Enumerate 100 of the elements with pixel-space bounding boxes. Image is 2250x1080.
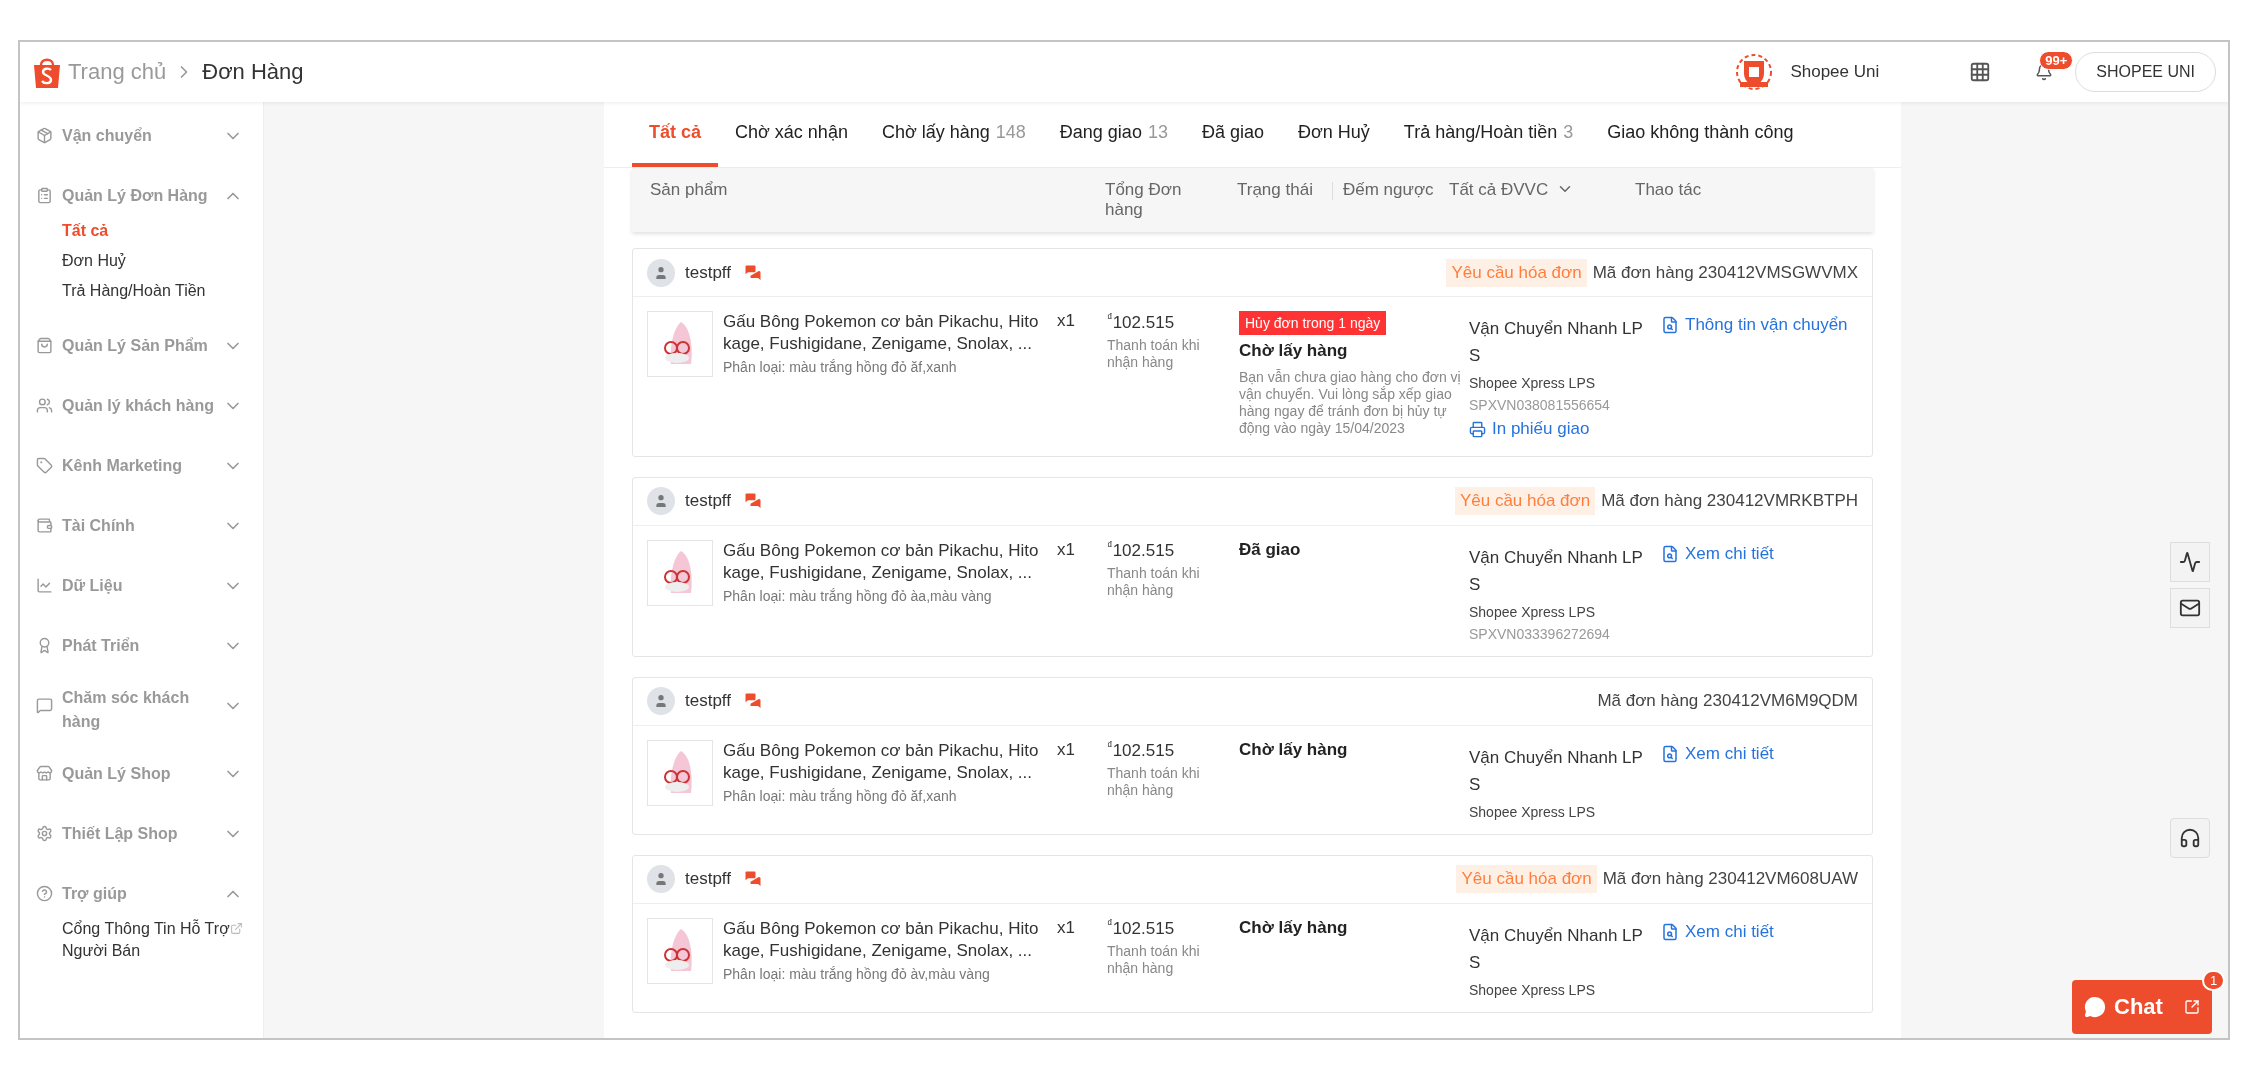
status-tab[interactable]: Giao không thành công — [1590, 102, 1811, 167]
product-name: Gấu Bông Pokemon cơ bản Pikachu, Hitokage, Fushigidane, Zenigame, Snolax, ... — [723, 311, 1040, 355]
avatar-icon — [647, 258, 675, 287]
product-variation: Phân loại: màu trắng hồng đỏ ăf,xanh — [723, 787, 958, 804]
product-variation: Phân loại: màu trắng hồng đỏ àv,màu vàng — [723, 965, 991, 982]
chat-icon[interactable] — [743, 491, 763, 511]
print-waybill-link[interactable]: In phiếu giao — [1469, 419, 1590, 439]
product-variation: Phân loại: màu trắng hồng đỏ ăf,xanh — [723, 359, 958, 375]
order-total: $^{₫}$102.515 — [1107, 539, 1176, 562]
chat-icon[interactable] — [743, 691, 763, 711]
menu-section-title[interactable]: Vận chuyển — [62, 124, 223, 148]
headset-icon[interactable] — [2170, 818, 2210, 858]
document-search-icon — [1661, 316, 1679, 334]
status-tab[interactable]: Đơn Huỷ — [1281, 102, 1387, 167]
carrier-name: Vận Chuyển Nhanh LPS — [1469, 746, 1644, 796]
menu-section-icon — [36, 337, 53, 354]
menu-item[interactable]: Cổng Thông Tin Hỗ Trợ Người Bán — [20, 914, 263, 966]
status-tab[interactable]: Đã giao — [1184, 102, 1281, 167]
document-search-icon — [1661, 744, 1679, 763]
chat-icon[interactable] — [743, 869, 763, 889]
shipping-service: Shopee Xpress LPS — [1469, 603, 1597, 620]
menu-section-title[interactable]: Quản Lý Shop — [62, 762, 223, 786]
menu-section-title[interactable]: Quản Lý Đơn Hàng — [62, 184, 223, 208]
menu-section-title[interactable]: Quản lý khách hàng — [62, 394, 223, 418]
buyer-name[interactable]: testpff — [685, 262, 731, 283]
popout-icon[interactable] — [2184, 999, 2200, 1015]
tracking-number: SPXVN038081556654 — [1469, 397, 1611, 413]
product-name: Gấu Bông Pokemon cơ bản Pikachu, Hitokage, Fushigidane, Zenigame, Snolax, ... — [723, 539, 1040, 584]
menu-section-title[interactable]: Dữ Liệu — [62, 574, 223, 598]
menu-section-title[interactable]: Trợ giúp — [62, 882, 223, 906]
quantity: x1 — [1057, 539, 1076, 560]
product-variation: Phân loại: màu trắng hồng đỏ àa,màu vàng — [723, 587, 993, 604]
order-id: Mã đơn hàng 230412VM6M9QDM — [1597, 691, 1858, 711]
payment-method: Thanh toán khi nhận hàng — [1107, 943, 1201, 978]
order-status: Đã giao — [1239, 539, 1302, 560]
carrier-name: Vận Chuyển Nhanh LPS — [1469, 318, 1644, 367]
status-tab[interactable]: Chờ lấy hàng 148 — [864, 102, 1043, 167]
quantity: x1 — [1057, 739, 1076, 760]
quantity: x1 — [1057, 311, 1076, 331]
menu-section-title[interactable]: Quản Lý Sản Phẩm — [62, 334, 223, 358]
order-status: Chờ lấy hàng — [1239, 341, 1349, 361]
column-header: Trạng thái — [1237, 180, 1314, 201]
order-action-link[interactable]: Xem chi tiết — [1661, 543, 1774, 564]
buyer-name[interactable]: testpff — [685, 869, 731, 889]
status-tab[interactable]: Đang giao 13 — [1042, 102, 1185, 167]
order-action-link[interactable]: Xem chi tiết — [1661, 743, 1774, 764]
menu-section-title[interactable]: Kênh Marketing — [62, 454, 223, 478]
order-total: $^{₫}$102.515 — [1107, 311, 1176, 333]
product-name: Gấu Bông Pokemon cơ bản Pikachu, Hitokage, Fushigidane, Zenigame, Snolax, ... — [723, 739, 1040, 784]
mail-icon[interactable] — [2170, 588, 2210, 628]
carrier-filter-dropdown[interactable]: Tất cả ĐVVC — [1449, 180, 1575, 200]
menu-section-title[interactable]: Phát Triển — [62, 634, 223, 658]
breadcrumb-item[interactable]: Trang chủ — [68, 59, 167, 85]
account-button[interactable]: SHOPEE UNI — [2075, 52, 2216, 92]
payment-method: Thanh toán khi nhận hàng — [1107, 765, 1201, 800]
chat-button[interactable]: Chat — [2072, 980, 2212, 1034]
order-id: Mã đơn hàng 230412VM608UAW — [1602, 869, 1858, 889]
order-action-link[interactable]: Xem chi tiết — [1661, 921, 1774, 942]
shipping-service: Shopee Xpress LPS — [1469, 375, 1597, 391]
breadcrumb-item: Đơn Hàng — [202, 59, 304, 85]
activity-icon[interactable] — [2170, 542, 2210, 582]
avatar-icon — [647, 687, 675, 715]
menu-section-icon — [36, 765, 53, 782]
order-id: Mã đơn hàng 230412VMRKBTPH — [1601, 491, 1858, 511]
status-tab[interactable]: Trả hàng/Hoàn tiền 3 — [1386, 102, 1591, 167]
order-total: $^{₫}$102.515 — [1107, 739, 1176, 762]
menu-section-icon — [36, 825, 53, 842]
chat-unread-badge: 1 — [2202, 970, 2226, 991]
status-tab[interactable]: Chờ xác nhận — [718, 102, 865, 167]
invoice-request-tag: Yêu cầu hóa đơn — [1446, 258, 1587, 287]
menu-section-icon — [36, 885, 53, 902]
carrier-name: Vận Chuyển Nhanh LPS — [1469, 924, 1644, 974]
order-action-link[interactable]: Thông tin vận chuyển — [1661, 315, 1848, 335]
menu-section-icon — [36, 577, 53, 594]
column-header: Đếm ngược — [1343, 180, 1435, 201]
chat-icon[interactable] — [743, 262, 763, 283]
avatar-icon — [647, 487, 675, 515]
shop-name[interactable]: Shopee Uni — [1790, 62, 1880, 82]
menu-section-icon — [36, 517, 53, 534]
shipping-service: Shopee Xpress LPS — [1469, 803, 1597, 820]
buyer-name[interactable]: testpff — [685, 691, 731, 711]
carrier-name: Vận Chuyển Nhanh LPS — [1469, 546, 1644, 596]
document-search-icon — [1661, 922, 1679, 941]
menu-item[interactable]: Đơn Huỷ — [20, 246, 263, 276]
menu-section-title[interactable]: Chăm sóc khách hàng — [62, 686, 223, 734]
shipping-service: Shopee Xpress LPS — [1469, 981, 1597, 998]
menu-section-title[interactable]: Tài Chính — [62, 514, 223, 538]
column-header: Sản phẩm — [650, 180, 729, 201]
menu-section-title[interactable]: Thiết Lập Shop — [62, 822, 223, 846]
menu-section-icon — [36, 697, 53, 714]
payment-method: Thanh toán khi nhận hàng — [1107, 336, 1201, 371]
apps-grid-icon[interactable] — [1969, 61, 1992, 83]
buyer-name[interactable]: testpff — [685, 491, 731, 511]
menu-item[interactable]: Tất cả — [20, 216, 263, 246]
tracking-number: SPXVN033396272694 — [1469, 625, 1611, 642]
menu-item[interactable]: Trả Hàng/Hoàn Tiền — [20, 276, 263, 306]
printer-icon — [1469, 420, 1486, 438]
quantity: x1 — [1057, 917, 1076, 938]
column-header: Thao tác — [1635, 180, 1703, 201]
product-name: Gấu Bông Pokemon cơ bản Pikachu, Hitokage, Fushigidane, Zenigame, Snolax, ... — [723, 917, 1040, 962]
